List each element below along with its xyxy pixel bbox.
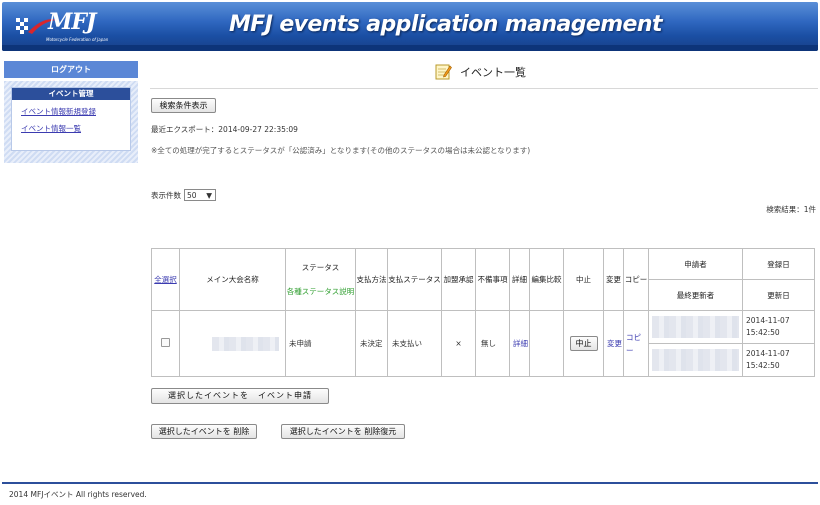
header-select-all: 全選択	[151, 248, 180, 311]
redacted-applicant	[652, 316, 739, 338]
row-updated: 2014-11-07 15:42:50	[742, 343, 815, 377]
apply-selected-events-button[interactable]: 選択したイベントを イベント申請	[151, 388, 329, 404]
header-main-event: メイン大会名称	[179, 248, 286, 311]
status-help-link[interactable]: 各種ステータス説明	[286, 286, 355, 297]
header-copy: コピー	[623, 248, 649, 311]
header-payment-status: 支払ステータス	[387, 248, 442, 311]
show-search-conditions-button[interactable]: 検索条件表示	[151, 98, 216, 113]
logout-button[interactable]: ログアウト	[4, 61, 138, 78]
row-main-event[interactable]	[179, 310, 286, 377]
row-last-updater	[648, 343, 743, 377]
updated-date: 2014-11-07	[746, 349, 790, 358]
last-export-text: 最近エクスポート：2014-09-27 22:35:09	[151, 125, 298, 134]
change-link[interactable]: 変更	[607, 339, 622, 348]
per-page-label: 表示件数	[151, 190, 181, 200]
footer-divider	[2, 482, 818, 484]
header-detail: 詳細	[509, 248, 530, 311]
restore-selected-events-button[interactable]: 選択したイベントを 削除復元	[281, 424, 405, 439]
status-note: ※全ての処理が完了するとステータスが「公認済み」となります(その他のステータスの…	[151, 146, 531, 155]
header-band	[2, 45, 818, 51]
header-updated-date: 更新日	[742, 279, 815, 311]
sidebar-link-event-list[interactable]: イベント情報一覧	[21, 123, 130, 134]
title-divider	[150, 88, 818, 89]
row-affiliation: ×	[441, 310, 476, 377]
registered-date: 2014-11-07	[746, 316, 790, 325]
header-cancel: 中止	[563, 248, 604, 311]
header-payment-method: 支払方法	[355, 248, 388, 311]
logo-text: MFJ	[48, 9, 96, 35]
per-page-select[interactable]: 50 ▼	[184, 189, 216, 201]
select-all-link[interactable]: 全選択	[154, 275, 177, 284]
delete-selected-events-button[interactable]: 選択したイベントを 削除	[151, 424, 257, 439]
row-edit-compare	[529, 310, 564, 377]
sidebar-menu-box: イベント管理 イベント情報新規登録 イベント情報一覧	[4, 81, 138, 163]
row-select-cell	[151, 310, 180, 377]
header-affiliation: 加盟承認	[441, 248, 476, 311]
app-title: MFJ events application management	[229, 12, 662, 37]
row-payment-status: 未支払い	[387, 310, 442, 377]
page-title: イベント一覧	[460, 65, 526, 79]
row-copy-cell: コピー	[623, 310, 649, 377]
updated-time: 15:42:50	[746, 361, 780, 370]
logo-subtitle: Motorcycle Federation of Japan	[46, 37, 109, 42]
per-page-value: 50	[187, 190, 197, 200]
page-heading: イベント一覧	[435, 63, 526, 80]
redacted-event-name	[212, 336, 279, 351]
registered-time: 15:42:50	[746, 328, 780, 337]
table-header-row: 全選択 メイン大会名称 ステータス 各種ステータス説明 支払方法 支払ステータス…	[151, 248, 815, 311]
sidebar-menu: イベント管理 イベント情報新規登録 イベント情報一覧	[11, 87, 131, 151]
row-checkbox[interactable]	[161, 338, 170, 347]
row-status: 未申請	[285, 310, 356, 377]
row-payment-method: 未決定	[355, 310, 388, 377]
row-cancel-cell: 中止	[563, 310, 604, 377]
redacted-last-updater	[652, 349, 739, 371]
event-table: 全選択 メイン大会名称 ステータス 各種ステータス説明 支払方法 支払ステータス…	[151, 248, 815, 377]
header-change: 変更	[603, 248, 624, 311]
table-row: 未申請 未決定 未支払い × 無し 詳細 中止 変更 コピー 2014-11-0…	[151, 310, 815, 377]
header-applicant: 申請者	[648, 248, 743, 280]
row-detail-cell: 詳細	[509, 310, 530, 377]
copy-link[interactable]: コピー	[626, 333, 641, 355]
header-defect: 不備事項	[475, 248, 510, 311]
header-status: ステータス 各種ステータス説明	[285, 248, 356, 311]
chevron-down-icon: ▼	[206, 190, 212, 200]
app-header: MFJ Motorcycle Federation of Japan MFJ e…	[2, 2, 818, 51]
header-edit-compare: 編集比較	[529, 248, 564, 311]
cancel-event-button[interactable]: 中止	[569, 336, 598, 351]
header-last-updater: 最終更新者	[648, 279, 743, 311]
header-registered-date: 登録日	[742, 248, 815, 280]
memo-icon	[435, 64, 452, 80]
row-change-cell: 変更	[603, 310, 624, 377]
header-status-label: ステータス	[301, 263, 340, 272]
per-page-control: 表示件数 50 ▼	[151, 189, 216, 201]
mfj-logo: MFJ Motorcycle Federation of Japan	[16, 9, 138, 44]
sidebar: ログアウト イベント管理 イベント情報新規登録 イベント情報一覧	[4, 61, 138, 163]
sidebar-section-title: イベント管理	[12, 88, 130, 100]
row-applicant	[648, 310, 743, 344]
row-defect: 無し	[475, 310, 510, 377]
footer-copyright: 2014 MFJイベント All rights reserved.	[9, 490, 147, 499]
sidebar-link-new-event[interactable]: イベント情報新規登録	[21, 106, 130, 117]
result-count: 検索結果：1件	[766, 205, 816, 214]
row-registered: 2014-11-07 15:42:50	[742, 310, 815, 344]
detail-link[interactable]: 詳細	[513, 339, 528, 348]
